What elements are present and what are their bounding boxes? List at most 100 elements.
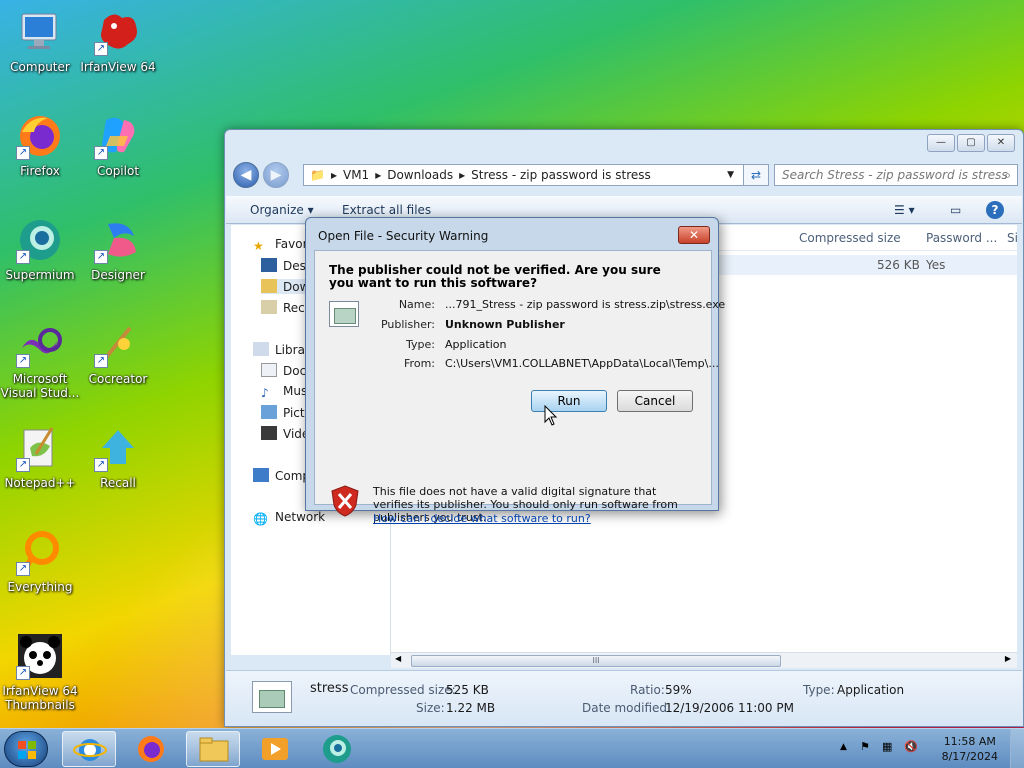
pictures-icon (261, 405, 277, 419)
windows-logo-icon (18, 741, 36, 759)
address-bar[interactable]: 📁 ▸ VM1 ▸ Downloads ▸ Stress - zip passw… (303, 164, 769, 186)
address-dropdown-icon[interactable]: ▼ (727, 170, 734, 180)
extract-all-button[interactable]: Extract all files (342, 203, 431, 217)
desktop-icon-label: Everything (7, 580, 73, 594)
documents-icon (261, 363, 277, 377)
taskbar-file-explorer[interactable] (186, 731, 240, 767)
desktop-icon-irfanview-thumbnails[interactable]: ↗ IrfanView 64 Thumbnails (0, 632, 80, 712)
address-row: ◀ ▶ 📁 ▸ VM1 ▸ Downloads ▸ Stress - zip p… (233, 162, 1018, 188)
back-button[interactable]: ◀ (233, 162, 259, 188)
taskbar-supermium[interactable] (310, 731, 364, 767)
irfanview-icon: ↗ (94, 8, 142, 56)
details-size-value: 1.22 MB (446, 701, 496, 715)
desktop-icon-copilot[interactable]: ↗ Copilot (78, 112, 158, 178)
horizontal-scrollbar[interactable]: ◀ III ▶ (391, 652, 1017, 668)
preview-pane-icon[interactable]: ▭ (950, 203, 961, 217)
column-password[interactable]: Password ... (926, 231, 997, 245)
dialog-close-button[interactable]: ✕ (678, 226, 710, 244)
run-button[interactable]: Run (531, 390, 607, 412)
row-password: Yes (926, 258, 946, 272)
desktop-icon-irfanview[interactable]: ↗ IrfanView 64 (78, 8, 158, 74)
breadcrumb-sep-icon: ▸ (330, 168, 337, 182)
close-button[interactable]: ✕ (987, 134, 1015, 152)
dialog-question: The publisher could not be verified. Are… (329, 263, 661, 290)
column-compressed-size[interactable]: Compressed size (799, 231, 901, 245)
desktop-icon-cocreator[interactable]: ↗ Cocreator (78, 320, 158, 386)
desktop-icon-label: Computer (10, 60, 70, 74)
breadcrumb-vm1[interactable]: VM1 (343, 168, 369, 182)
start-button[interactable] (4, 731, 48, 767)
refresh-button[interactable]: ⇄ (743, 164, 769, 186)
breadcrumb-downloads[interactable]: Downloads (387, 168, 453, 182)
computer-icon (253, 468, 269, 482)
shortcut-arrow-icon: ↗ (16, 250, 30, 264)
nav-videos[interactable]: Vide (261, 426, 309, 441)
publisher-value: Unknown Publisher (445, 318, 565, 331)
dialog-body: The publisher could not be verified. Are… (314, 250, 725, 525)
show-hidden-icons-icon[interactable]: ▲ (840, 742, 847, 752)
system-tray: ▲ ⚑ ▦ 🔇 11:58 AM 8/17/2024 (834, 729, 1024, 768)
desktop-icon (261, 258, 277, 272)
nav-computer[interactable]: Comp (253, 468, 310, 483)
desktop-icon-notepadpp[interactable]: ↗ Notepad++ (0, 424, 80, 490)
desktop-icon-label: IrfanView 64 Thumbnails (2, 684, 78, 712)
scroll-right-icon[interactable]: ▶ (1005, 654, 1011, 663)
panda-icon: ↗ (16, 632, 64, 680)
desktop-icon-visual-studio[interactable]: ↗ Microsoft Visual Stud... (0, 320, 80, 400)
cancel-button[interactable]: Cancel (617, 390, 693, 412)
desktop-icon-everything[interactable]: ↗ Everything (0, 528, 80, 594)
details-modified-value: 12/19/2006 11:00 PM (665, 701, 794, 715)
desktop-icon-label: Cocreator (88, 372, 148, 386)
column-size[interactable]: Si (1007, 231, 1018, 245)
nav-pictures[interactable]: Pict (261, 405, 305, 420)
network-status-icon[interactable]: ▦ (882, 740, 892, 753)
view-options-icon[interactable]: ☰ ▾ (894, 203, 915, 217)
desktop-icon-recall[interactable]: ↗ Recall (78, 424, 158, 490)
nav-music[interactable]: ♪ Mus (261, 384, 307, 400)
help-link[interactable]: How can I decide what software to run? (373, 512, 591, 525)
action-center-flag-icon[interactable]: ⚑ (860, 740, 870, 753)
volume-muted-icon[interactable]: 🔇 (904, 740, 918, 753)
firefox-icon (138, 736, 164, 762)
cocreator-icon: ↗ (94, 320, 142, 368)
nav-favorites[interactable]: ★ Favori (253, 237, 311, 253)
desktop-icon-supermium[interactable]: ↗ Supermium (0, 216, 80, 282)
maximize-button[interactable]: ▢ (957, 134, 985, 152)
details-compressed-label: Compressed size: (350, 683, 456, 697)
show-desktop-button[interactable] (1010, 729, 1024, 768)
copilot-icon: ↗ (94, 112, 142, 160)
desktop-icon-label: Notepad++ (4, 476, 76, 490)
desktop-icon-label: Supermium (5, 268, 75, 282)
organize-button[interactable]: Organize ▾ (250, 203, 314, 217)
from-label: From: (404, 357, 435, 370)
nav-documents[interactable]: Doc (261, 363, 306, 378)
scrollbar-thumb[interactable]: III (411, 655, 781, 667)
taskbar-internet-explorer[interactable] (62, 731, 116, 767)
desktop-icon-computer[interactable]: Computer (0, 8, 80, 74)
desktop-icon-firefox[interactable]: ↗ Firefox (0, 112, 80, 178)
help-icon[interactable]: ? (986, 201, 1004, 219)
nav-network[interactable]: 🌐 Network (253, 510, 325, 526)
media-player-icon (262, 738, 288, 760)
details-modified-label: Date modified: (582, 701, 672, 715)
desktop-icon-label: Copilot (96, 164, 140, 178)
clock[interactable]: 11:58 AM 8/17/2024 (942, 734, 998, 764)
breadcrumb-stress[interactable]: Stress - zip password is stress (471, 168, 651, 182)
minimize-button[interactable]: — (927, 134, 955, 152)
publisher-label: Publisher: (380, 318, 435, 331)
details-name: stress (310, 681, 349, 696)
file-explorer-icon (199, 737, 229, 762)
recent-places-icon (261, 300, 277, 314)
forward-button[interactable]: ▶ (263, 162, 289, 188)
music-icon: ♪ (261, 386, 269, 400)
desktop-icon-designer[interactable]: ↗ Designer (78, 216, 158, 282)
details-pane: stress Compressed size: 525 KB Size: 1.2… (226, 670, 1022, 726)
desktop-icon-label: IrfanView 64 (80, 60, 156, 74)
search-input[interactable]: Search Stress - zip password is stress ⌕ (774, 164, 1018, 186)
shortcut-arrow-icon: ↗ (16, 562, 30, 576)
taskbar-media-player[interactable] (248, 731, 302, 767)
desktop-icon-label: Recall (100, 476, 136, 490)
scroll-left-icon[interactable]: ◀ (395, 654, 401, 663)
taskbar-firefox[interactable] (124, 731, 178, 767)
desktop-icon-label: Designer (91, 268, 145, 282)
